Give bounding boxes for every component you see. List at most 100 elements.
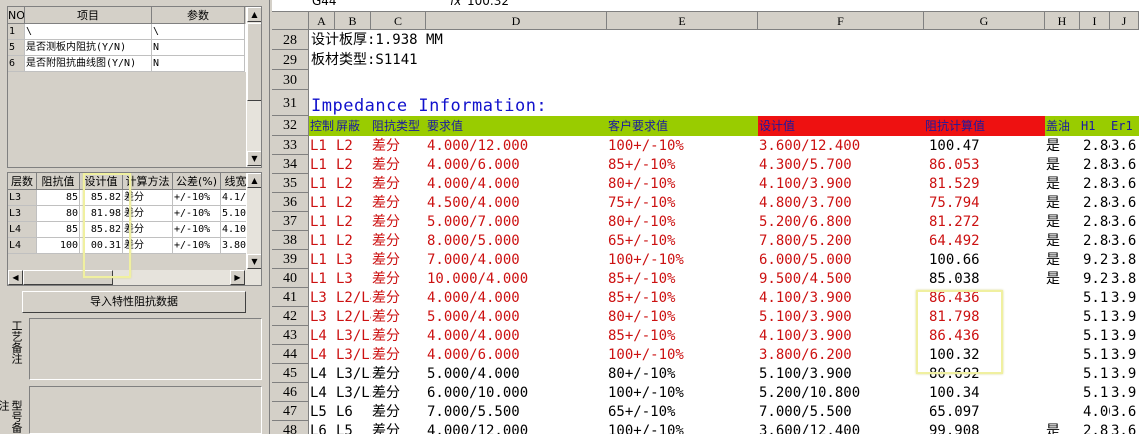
row-header[interactable]: 32 bbox=[272, 116, 309, 136]
sheet-cell[interactable]: 差分 bbox=[372, 136, 426, 156]
sheet-cell[interactable]: L2/L4 bbox=[336, 288, 371, 308]
table-row[interactable]: 5 是否测板内阻抗(Y/N) N bbox=[8, 40, 247, 56]
column-header-a[interactable]: A bbox=[309, 12, 335, 30]
sheet-cell[interactable]: 是 bbox=[1046, 421, 1080, 434]
param-grid[interactable]: NO 项目 参数 1 \ \ 5 是否测板内阻抗(Y/N) N 6 是否附阻抗曲… bbox=[7, 6, 262, 168]
sheet-cell[interactable]: L2 bbox=[336, 231, 371, 251]
sheet-cell[interactable] bbox=[1046, 345, 1080, 365]
sheet-cell[interactable]: 5.000/4.000 bbox=[427, 307, 607, 327]
row-header[interactable]: 47 bbox=[272, 402, 309, 421]
sheet-cell[interactable]: 差分 bbox=[372, 269, 426, 289]
sheet-cell[interactable]: 99.908 bbox=[925, 421, 1045, 434]
sheet-cell[interactable]: 4.100/3.900 bbox=[759, 326, 924, 346]
sheet-cell[interactable]: 5.11 bbox=[1081, 383, 1110, 403]
sheet-cell[interactable]: 80+/-10% bbox=[608, 364, 758, 384]
sheet-cell[interactable]: 85.038 bbox=[925, 269, 1045, 289]
param-cell[interactable]: \ bbox=[152, 24, 245, 40]
sheet-cell[interactable]: 7.800/5.200 bbox=[759, 231, 924, 251]
sheet-cell[interactable]: 81.272 bbox=[925, 212, 1045, 232]
imp-grid-vscroll[interactable]: ▲ ▼ bbox=[246, 173, 261, 270]
sheet-cell[interactable]: 是 bbox=[1046, 250, 1080, 270]
sheet-cell[interactable]: 3.800/6.200 bbox=[759, 345, 924, 365]
sheet-cell[interactable]: 差分 bbox=[372, 421, 426, 434]
sheet-cell[interactable]: 差分 bbox=[372, 174, 426, 194]
scroll-left-icon[interactable]: ◀ bbox=[8, 270, 23, 285]
sheet-cell[interactable]: L1 bbox=[310, 193, 335, 213]
sheet-cell[interactable]: 5.11 bbox=[1081, 326, 1110, 346]
sheet-cell[interactable]: 2.84 bbox=[1081, 174, 1110, 194]
param-cell[interactable]: N bbox=[152, 56, 245, 72]
column-header-f[interactable]: F bbox=[758, 12, 924, 30]
sheet-cell[interactable]: 4.06 bbox=[1081, 402, 1110, 422]
sheet-cell[interactable]: 差分 bbox=[372, 250, 426, 270]
column-header-c[interactable]: C bbox=[371, 12, 426, 30]
sheet-cell[interactable]: L4 bbox=[310, 383, 335, 403]
sheet-cell[interactable]: 75+/-10% bbox=[608, 193, 758, 213]
sheet-cell[interactable]: L2 bbox=[336, 155, 371, 175]
sheet-cell[interactable]: 10.000/4.000 bbox=[427, 269, 607, 289]
sheet-cell[interactable]: 3.9 bbox=[1111, 364, 1139, 384]
sheet-cell[interactable]: 4.000/6.000 bbox=[427, 155, 607, 175]
row-header[interactable]: 42 bbox=[272, 307, 309, 326]
sheet-cell[interactable]: 差分 bbox=[372, 288, 426, 308]
sheet-cell[interactable]: L1 bbox=[310, 174, 335, 194]
sheet-cell[interactable]: 7.000/4.000 bbox=[427, 250, 607, 270]
sheet-cell[interactable]: L3/L5 bbox=[336, 345, 371, 365]
sheet-cell[interactable]: 80+/-10% bbox=[608, 307, 758, 327]
sheet-cell[interactable]: L5 bbox=[310, 402, 335, 422]
sheet-cell[interactable]: L3/L5 bbox=[336, 326, 371, 346]
formula-bar[interactable]: G44 fx 100.32 bbox=[272, 0, 1139, 12]
sheet-cell[interactable]: L4 bbox=[310, 364, 335, 384]
row-header[interactable]: 41 bbox=[272, 288, 309, 307]
table-row[interactable]: 1 \ \ bbox=[8, 24, 247, 40]
row-header[interactable]: 34 bbox=[272, 155, 309, 174]
column-header-h[interactable]: H bbox=[1045, 12, 1080, 30]
table-row[interactable]: 6 是否附阻抗曲线图(Y/N) N bbox=[8, 56, 247, 72]
sheet-cell[interactable]: 5.200/10.800 bbox=[759, 383, 924, 403]
sheet-cell[interactable] bbox=[1046, 288, 1080, 308]
sheet-cell[interactable]: 3.600/12.400 bbox=[759, 136, 924, 156]
sheet-cell[interactable]: 65.097 bbox=[925, 402, 1045, 422]
sheet-cell[interactable]: 100+/-10% bbox=[608, 345, 758, 365]
column-header-g[interactable]: G bbox=[924, 12, 1045, 30]
sheet-cell[interactable]: 4.000/6.000 bbox=[427, 345, 607, 365]
sheet-cell[interactable]: 差分 bbox=[372, 402, 426, 422]
sheet-cell[interactable] bbox=[1046, 307, 1080, 327]
sheet-cell[interactable]: 3.9 bbox=[1111, 288, 1139, 308]
sheet-cell[interactable]: 4.000/4.000 bbox=[427, 174, 607, 194]
sheet-cell[interactable]: 3.9 bbox=[1111, 326, 1139, 346]
formula-input[interactable]: 100.32 bbox=[467, 0, 509, 8]
sheet-cell[interactable]: 100+/-10% bbox=[608, 421, 758, 434]
sheet-cell[interactable]: L5 bbox=[336, 421, 371, 434]
sheet-cell[interactable]: L2/L4 bbox=[336, 307, 371, 327]
process-memo-textarea[interactable] bbox=[29, 318, 262, 380]
sheet-cell[interactable]: 2.81 bbox=[1081, 421, 1110, 434]
sheet-cell[interactable]: 差分 bbox=[372, 326, 426, 346]
sheet-cell[interactable] bbox=[1046, 326, 1080, 346]
sheet-cell[interactable]: 65+/-10% bbox=[608, 402, 758, 422]
sheet-cell[interactable]: L1 bbox=[310, 269, 335, 289]
row-header[interactable]: 36 bbox=[272, 193, 309, 212]
scroll-down-icon[interactable]: ▼ bbox=[247, 254, 261, 269]
sheet-cell[interactable]: 是 bbox=[1046, 231, 1080, 251]
sheet-cell[interactable]: 5.11 bbox=[1081, 288, 1110, 308]
column-header-j[interactable]: J bbox=[1110, 12, 1139, 30]
sheet-cell[interactable]: 9.21 bbox=[1081, 269, 1110, 289]
sheet-cell[interactable]: 差分 bbox=[372, 212, 426, 232]
sheet-cell[interactable]: 75.794 bbox=[925, 193, 1045, 213]
sheet-cell[interactable]: 2.84 bbox=[1081, 193, 1110, 213]
model-memo-textarea[interactable] bbox=[29, 386, 262, 434]
sheet-cell[interactable]: L2 bbox=[336, 212, 371, 232]
row-header[interactable]: 35 bbox=[272, 174, 309, 193]
row-header[interactable]: 37 bbox=[272, 212, 309, 231]
column-header-i[interactable]: I bbox=[1080, 12, 1110, 30]
sheet-cell[interactable]: 100+/-10% bbox=[608, 383, 758, 403]
sheet-cell[interactable]: 3.8 bbox=[1111, 250, 1139, 270]
column-header-b[interactable]: B bbox=[335, 12, 371, 30]
sheet-cell[interactable]: 4.000/4.000 bbox=[427, 326, 607, 346]
sheet-cell[interactable]: 3.6 bbox=[1111, 212, 1139, 232]
sheet-cell[interactable]: 100+/-10% bbox=[608, 136, 758, 156]
sheet-cell[interactable]: 差分 bbox=[372, 155, 426, 175]
sheet-cell[interactable]: 100.34 bbox=[925, 383, 1045, 403]
sheet-cell[interactable]: 是 bbox=[1046, 174, 1080, 194]
